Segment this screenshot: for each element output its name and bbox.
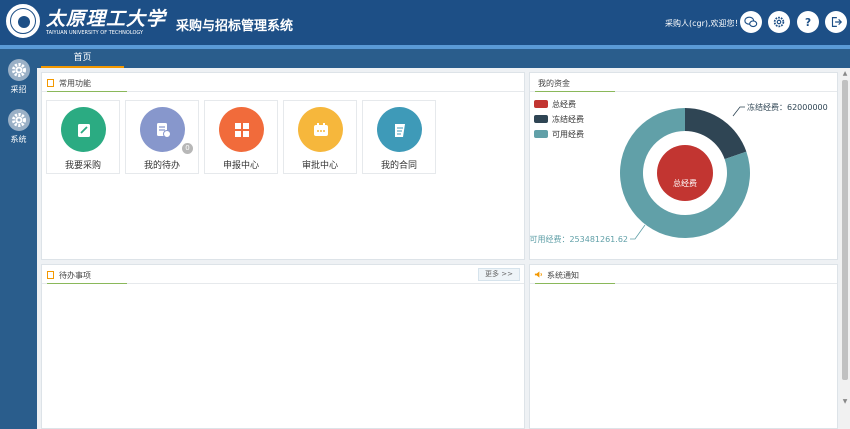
pie-label-total: 总经费 [673,178,697,188]
grid-icon [234,122,249,137]
function-purchase[interactable]: 我要采购 [46,100,120,174]
panel-header: 常用功能 [42,73,524,92]
scroll-thumb[interactable] [842,80,848,380]
gear-icon [8,59,30,81]
logout-icon [831,17,843,27]
wechat-icon [744,16,758,28]
function-icon-circle [140,107,185,152]
help-icon: ? [805,17,811,29]
todo-count-badge: 0 [182,143,193,154]
university-seal-logo [6,4,40,38]
university-logo-english: TAIYUAN UNIVERSITY OF TECHNOLOGY [46,30,144,36]
university-logo-text: 太原理工大学 [46,8,167,30]
function-approval[interactable]: 审批中心 [283,100,357,174]
gear-icon [8,109,30,131]
function-icon-circle [298,107,343,152]
panel-title: 待办事项 [59,271,91,280]
edit-icon [77,123,90,137]
wechat-button[interactable] [740,11,762,33]
approval-icon [313,122,328,136]
function-label: 审批中心 [301,161,338,171]
top-header: 太原理工大学 TAIYUAN UNIVERSITY OF TECHNOLOGY … [0,0,850,45]
tab-home[interactable]: 首页 [41,51,124,68]
panel-header: 我的资金 [530,73,837,92]
logout-button[interactable] [825,11,847,33]
tab-bar: 首页 [37,49,850,68]
function-icon-circle [61,107,106,152]
scroll-up-arrow[interactable]: ▲ [842,71,848,77]
document-icon [47,271,54,279]
contract-icon [394,123,405,137]
function-todo[interactable]: 0 我的待办 [125,100,199,174]
settings-button[interactable] [768,11,790,33]
pie-label-frozen: 冻结经费：62000000 [747,102,828,112]
sidebar-item-label: 系统 [10,135,27,144]
pie-label-available: 可用经费：253481261.62 [530,234,628,244]
my-funds-panel: 我的资金 总经费 冻结经费 可用经费 总经费 冻结经费：62000000 可用经费：… [529,72,838,260]
function-label: 我的合同 [380,161,417,171]
function-label: 我的待办 [143,161,180,171]
system-notice-panel: 系统通知 [529,264,838,429]
sidebar-item-system[interactable]: 系统 [0,103,37,147]
function-icon-circle [219,107,264,152]
panel-header: 系统通知 [530,265,837,284]
function-icon-circle [377,107,422,152]
todo-icon [156,122,171,138]
function-label: 我要采购 [64,161,101,171]
sidebar-item-procurement[interactable]: 采招 [0,53,37,97]
panel-title: 系统通知 [547,271,579,280]
help-button[interactable]: ? [797,11,819,33]
function-contract[interactable]: 我的合同 [362,100,436,174]
function-declaration[interactable]: 申报中心 [204,100,278,174]
svg-text:?: ? [805,17,811,29]
scroll-down-arrow[interactable]: ▼ [842,399,848,405]
panel-title: 常用功能 [59,79,91,88]
page-scrollbar[interactable]: ▲ ▼ [840,68,850,429]
main-content: 常用功能 我要采购 0 我的待办 申报中心 审批中心 我的合同 我的资金 总经费… [37,68,840,429]
pie-slice-total[interactable] [657,145,713,201]
funds-pie-chart: 总经费 冻结经费：62000000 可用经费：253481261.62 [530,102,828,244]
sidebar: 采招 系统 [0,49,37,429]
settings-icon [773,16,785,28]
todo-panel: 待办事项 更多 >> [41,264,525,429]
speaker-icon [534,271,542,278]
sidebar-item-label: 采招 [10,85,27,94]
pie-leader-available [630,224,646,240]
pie-leader-frozen [732,106,745,117]
app-title: 采购与招标管理系统 [176,19,294,34]
more-button[interactable]: 更多 >> [478,268,520,281]
document-icon [47,79,54,87]
welcome-text: 采购人(cgr),欢迎您！ [665,19,743,28]
panel-header: 待办事项 更多 >> [42,265,524,284]
common-functions-panel: 常用功能 我要采购 0 我的待办 申报中心 审批中心 我的合同 [41,72,525,260]
function-label: 申报中心 [222,161,259,171]
panel-title: 我的资金 [538,79,570,88]
